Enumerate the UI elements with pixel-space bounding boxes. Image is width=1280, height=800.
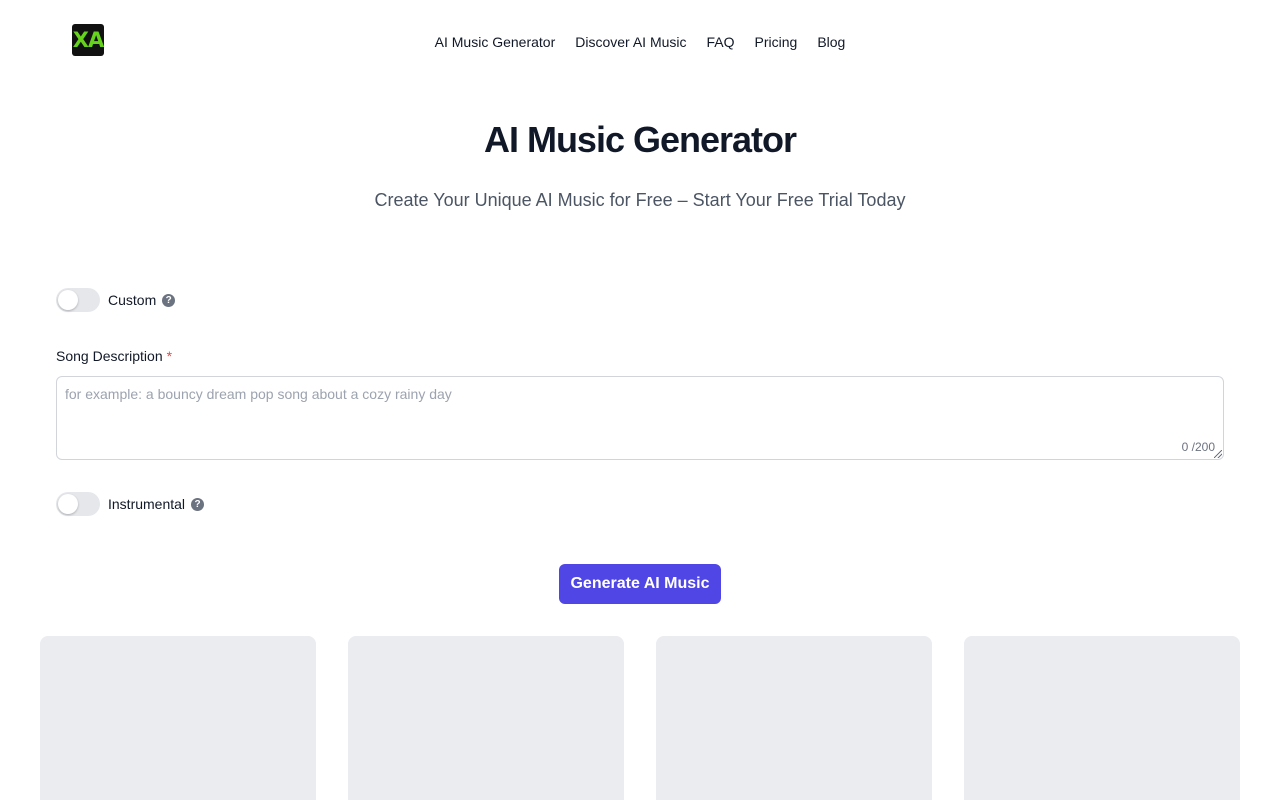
song-description-label: Song Description * <box>56 347 172 365</box>
instrumental-label: Instrumental <box>108 496 186 512</box>
question-circle-icon[interactable]: ? <box>162 293 176 307</box>
instrumental-toggle[interactable] <box>56 492 100 516</box>
music-card-placeholder <box>656 636 932 800</box>
custom-toggle[interactable] <box>56 288 100 312</box>
instrumental-toggle-row: Instrumental ? <box>56 492 205 516</box>
site-header: XA AI Music Generator Discover AI Music … <box>0 0 1280 84</box>
page-title: AI Music Generator <box>483 119 797 160</box>
page-subtitle: Create Your Unique AI Music for Free – S… <box>374 190 906 210</box>
music-card-placeholder <box>348 636 624 800</box>
char-count: 0 /200 <box>1181 440 1215 454</box>
song-description-label-text: Song Description <box>56 348 163 364</box>
resize-handle[interactable] <box>1214 450 1222 458</box>
toggle-knob <box>58 494 78 514</box>
question-circle-icon[interactable]: ? <box>191 497 205 511</box>
song-description-field: 0 /200 <box>56 376 1224 460</box>
toggle-knob <box>58 290 78 310</box>
generate-ai-music-button[interactable]: Generate AI Music <box>559 564 721 604</box>
main-nav: AI Music Generator Discover AI Music FAQ… <box>0 32 1280 52</box>
custom-label: Custom <box>108 292 157 308</box>
song-description-input[interactable] <box>57 377 1223 459</box>
music-card-placeholder <box>964 636 1240 800</box>
music-card-placeholder <box>40 636 316 800</box>
nav-ai-music-generator[interactable]: AI Music Generator <box>435 32 556 52</box>
custom-toggle-row: Custom ? <box>56 288 176 312</box>
nav-blog[interactable]: Blog <box>817 32 845 52</box>
nav-pricing[interactable]: Pricing <box>755 32 798 52</box>
nav-faq[interactable]: FAQ <box>707 32 735 52</box>
required-mark: * <box>166 348 173 364</box>
nav-discover-ai-music[interactable]: Discover AI Music <box>575 32 686 52</box>
